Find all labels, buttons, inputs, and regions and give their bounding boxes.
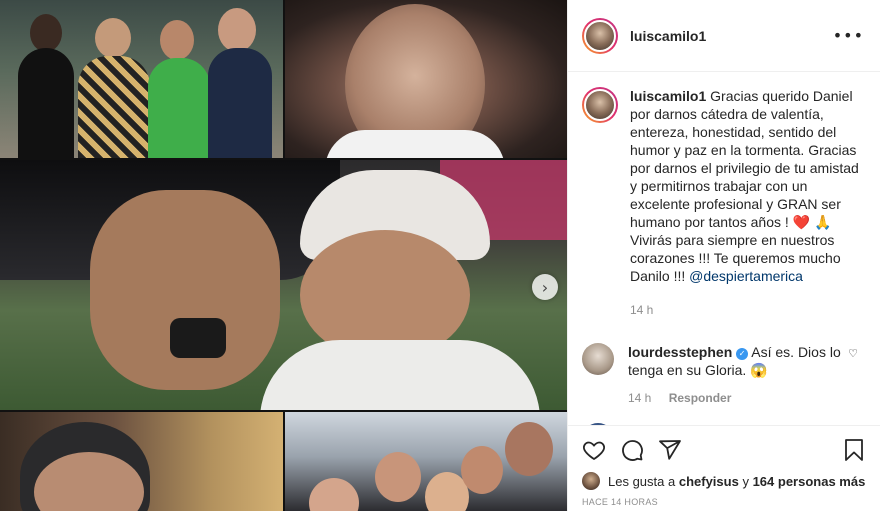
caption-avatar-ring[interactable] — [582, 87, 618, 123]
likes-prefix: Les gusta a — [608, 473, 676, 489]
likes-connector: y — [742, 473, 749, 489]
comment-like-heart-icon[interactable]: ♡ — [848, 347, 858, 360]
post-media-collage[interactable]: › — [0, 0, 567, 511]
photo-selfie-man — [285, 0, 567, 158]
post-side-panel: luiscamilo1 ••• luiscamilo1 Gracias quer… — [567, 0, 880, 511]
comment-avatar[interactable] — [582, 343, 614, 375]
chevron-right-icon: › — [541, 277, 549, 297]
likes-summary: Les gusta a chefyisus y 164 personas más — [582, 472, 866, 490]
comment-item: lourdesstephen ✓ Así es. Dios lo tenga e… — [582, 343, 866, 407]
author-avatar-ring[interactable] — [582, 17, 618, 54]
more-horizontal-icon[interactable]: ••• — [833, 26, 864, 45]
caption-time: 14 h — [630, 303, 654, 317]
post-date: HACE 14 HORAS — [582, 497, 658, 507]
photo-camera-operator — [0, 160, 567, 410]
comment-meta: 14 h Responder — [628, 389, 848, 407]
comment-username[interactable]: lourdesstephen — [628, 344, 732, 360]
avatar[interactable] — [584, 89, 616, 121]
photo-group-of-four — [0, 0, 283, 158]
likes-user[interactable]: chefyisus — [679, 474, 739, 489]
photo-man-with-beanie — [0, 412, 283, 511]
caption-username[interactable]: luiscamilo1 — [630, 88, 706, 104]
caption-text: Gracias querido Daniel por darnos cátedr… — [630, 88, 859, 284]
likes-count[interactable]: 164 personas más — [753, 474, 866, 489]
reply-button[interactable]: Responder — [669, 391, 732, 405]
share-icon[interactable] — [658, 438, 682, 462]
verified-badge-icon: ✓ — [736, 348, 749, 360]
author-username[interactable]: luiscamilo1 — [630, 28, 706, 44]
post-caption: luiscamilo1 Gracias querido Daniel por d… — [582, 87, 866, 319]
post-header: luiscamilo1 ••• — [568, 0, 880, 72]
photo-group-selfie — [285, 412, 567, 511]
avatar[interactable] — [584, 19, 616, 52]
comment-time: 14 h — [628, 391, 652, 405]
heart-icon[interactable] — [582, 438, 606, 462]
action-icons-row — [582, 434, 866, 466]
instagram-post: › luiscamilo1 ••• luiscamilo1 Gracias qu… — [0, 0, 880, 511]
liker-avatar[interactable] — [582, 472, 600, 490]
caption-mention[interactable]: @despiertamerica — [689, 268, 803, 284]
caption-body: luiscamilo1 Gracias querido Daniel por d… — [630, 87, 866, 319]
bookmark-icon[interactable] — [842, 438, 866, 462]
comments-section[interactable]: luiscamilo1 Gracias querido Daniel por d… — [568, 73, 880, 425]
post-actions: Les gusta a chefyisus y 164 personas más… — [568, 425, 880, 507]
comment-body: lourdesstephen ✓ Así es. Dios lo tenga e… — [628, 343, 848, 407]
carousel-next-button[interactable]: › — [532, 274, 558, 300]
comment-icon[interactable] — [620, 438, 644, 462]
